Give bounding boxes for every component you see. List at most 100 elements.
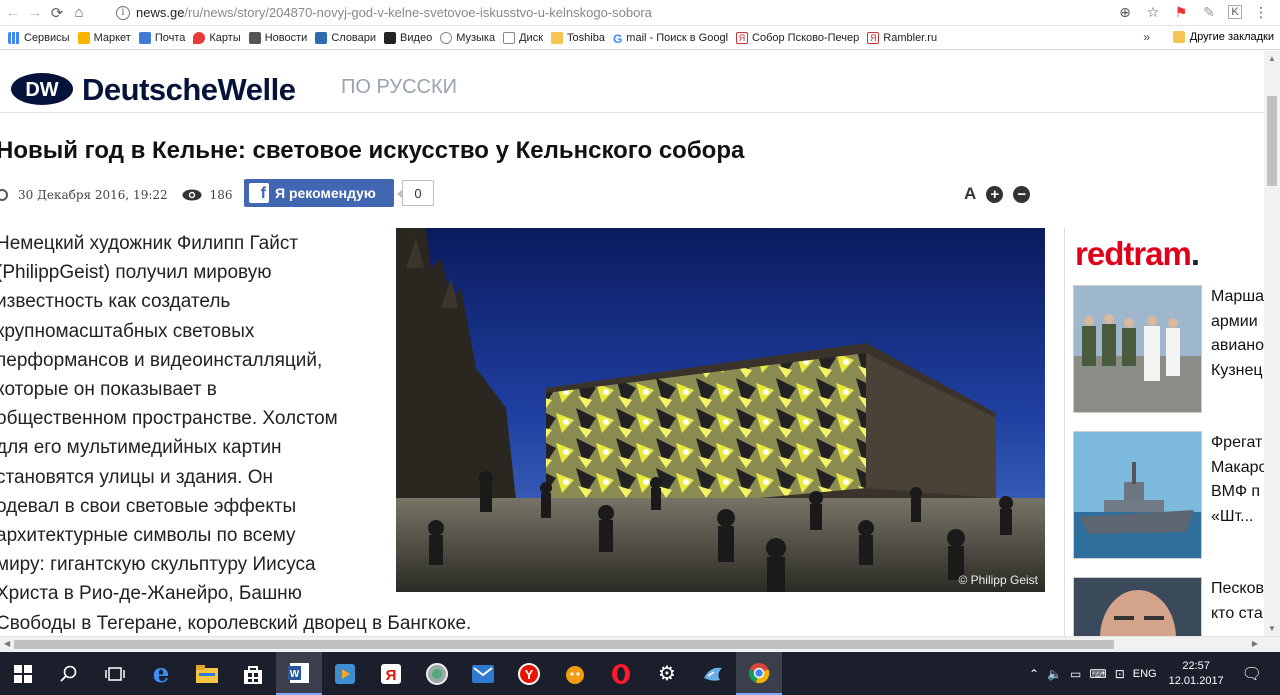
url-host: news.ge <box>136 5 185 20</box>
network-icon[interactable]: ⊡ <box>1115 667 1125 681</box>
bookmark-maps[interactable]: Карты <box>193 31 241 44</box>
taskbar: e W Я Y ⚙ ⌃ 🔈 ▭ ⌨ ⊡ ENG 22:57 12.01.2017… <box>0 652 1280 695</box>
scrollbar-thumb[interactable] <box>1267 96 1277 186</box>
keyboard-icon[interactable]: ⌨ <box>1089 667 1106 681</box>
info-icon[interactable]: i <box>116 5 130 20</box>
news-thumbnail[interactable] <box>1073 431 1202 559</box>
yandex-icon: Я <box>736 31 749 44</box>
windows-start-icon[interactable] <box>0 652 46 695</box>
scroll-down-icon[interactable]: ▼ <box>1268 624 1276 633</box>
bookmark-rambler[interactable]: Я Rambler.ru <box>867 31 937 44</box>
font-increase-icon[interactable]: + <box>986 185 1004 203</box>
article-views: 186 <box>209 188 233 202</box>
menu-icon[interactable]: ⋮ <box>1252 3 1270 21</box>
vertical-scrollbar[interactable]: ▲ ▼ <box>1264 51 1280 636</box>
bookmark-sobor[interactable]: Я Собор Псково-Печер <box>736 31 859 44</box>
chrome-icon[interactable] <box>736 652 782 695</box>
forward-icon[interactable]: → <box>24 2 46 24</box>
bookmark-video[interactable]: Видео <box>384 31 432 44</box>
word-icon[interactable]: W <box>276 652 322 695</box>
opera-icon[interactable] <box>598 652 644 695</box>
scroll-up-icon[interactable]: ▲ <box>1268 54 1276 63</box>
volume-icon[interactable]: 🔈 <box>1047 667 1062 681</box>
bookmark-dictionaries[interactable]: Словари <box>315 31 376 44</box>
home-icon[interactable]: ⌂ <box>68 2 90 24</box>
svg-text:Я: Я <box>386 667 397 684</box>
app-bird-icon[interactable] <box>690 652 736 695</box>
notifications-icon[interactable]: 🗨 <box>1242 664 1262 684</box>
battery-icon[interactable]: ▭ <box>1070 667 1081 681</box>
mail-icon <box>138 31 151 44</box>
news-thumbnail[interactable] <box>1073 577 1202 636</box>
reload-icon[interactable]: ⟳ <box>46 2 68 24</box>
star-icon[interactable]: ☆ <box>1144 3 1162 21</box>
facebook-icon: f <box>249 183 269 203</box>
zoom-icon[interactable]: ⊕ <box>1116 3 1134 21</box>
bookmark-news[interactable]: Новости <box>248 31 307 44</box>
redtram-item[interactable]: Песков кто ста <box>1073 577 1264 636</box>
input-language[interactable]: ENG <box>1133 668 1157 680</box>
settings-gear-icon[interactable]: ⚙ <box>644 652 690 695</box>
bookmark-toshiba[interactable]: Toshiba <box>551 31 605 44</box>
media-player-icon[interactable] <box>322 652 368 695</box>
scrollbar-thumb[interactable] <box>14 640 1114 649</box>
task-view-icon[interactable] <box>92 652 138 695</box>
bookmark-mail[interactable]: Почта <box>138 31 185 44</box>
facebook-recommend-button[interactable]: f Я рекомендую <box>244 179 394 207</box>
yandex-browser-icon[interactable]: Я <box>368 652 414 695</box>
apps-icon <box>8 31 20 44</box>
extension-flag-icon[interactable]: ⚑ <box>1172 3 1190 21</box>
svg-text:Y: Y <box>525 667 534 682</box>
redtram-item[interactable]: Фрегат Макаро ВМФ п «Шт... <box>1073 431 1264 563</box>
site-language[interactable]: ПО РУССКИ <box>341 76 457 99</box>
edge-icon[interactable]: e <box>138 652 184 695</box>
url-path: /ru/news/story/204870-novyj-god-v-kelne-… <box>184 5 652 20</box>
horizontal-scrollbar[interactable]: ◀ ▶ <box>0 636 1280 652</box>
light-art-illustration <box>396 228 1045 592</box>
bookmark-google-mail[interactable]: Gmail - Поиск в Googl <box>613 32 728 46</box>
photo-credit: © Philipp Geist <box>958 573 1038 587</box>
store-icon[interactable] <box>230 652 276 695</box>
bookmark-market[interactable]: Маркет <box>77 31 131 44</box>
site-brand[interactable]: DeutscheWelle <box>82 72 296 108</box>
scroll-right-icon[interactable]: ▶ <box>1252 639 1258 648</box>
play-icon <box>384 31 397 44</box>
bookmarks-bar: Сервисы Маркет Почта Карты Новости Слова… <box>0 26 1280 50</box>
other-bookmarks-button[interactable]: Другие закладки <box>1172 31 1274 43</box>
back-icon[interactable]: ← <box>2 2 24 24</box>
redtram-logo[interactable]: redtram. <box>1075 235 1200 273</box>
system-clock[interactable]: 22:57 12.01.2017 <box>1169 659 1224 689</box>
redtram-item[interactable]: Марша армии авиано Кузнец <box>1073 285 1264 417</box>
font-decrease-icon[interactable]: − <box>1013 185 1031 203</box>
pin-icon <box>193 31 206 44</box>
news-headline[interactable]: Песков кто ста <box>1211 577 1264 626</box>
news-thumbnail[interactable] <box>1073 285 1202 413</box>
yandex-icon: Я <box>867 31 880 44</box>
extension-k-icon[interactable]: K <box>1228 5 1242 19</box>
bookmark-services[interactable]: Сервисы <box>8 31 70 44</box>
system-tray: ⌃ 🔈 ▭ ⌨ ⊡ ENG 22:57 12.01.2017 🗨 <box>1025 652 1280 695</box>
chat-app-icon[interactable] <box>552 652 598 695</box>
more-bookmarks-button[interactable]: » <box>1143 30 1150 44</box>
mail-app-icon[interactable] <box>460 652 506 695</box>
extension-icon[interactable]: ✎ <box>1200 3 1218 21</box>
font-size-controls: A + − <box>964 184 1031 204</box>
scroll-left-icon[interactable]: ◀ <box>4 639 10 648</box>
bookmark-disk[interactable]: Диск <box>503 31 543 44</box>
news-headline[interactable]: Фрегат Макаро ВМФ п «Шт... <box>1211 431 1264 529</box>
page-viewport: DW DeutscheWelle ПО РУССКИ Новый год в К… <box>0 51 1264 636</box>
news-headline[interactable]: Марша армии авиано Кузнец <box>1211 285 1264 383</box>
browser-toolbar: ← → ⟳ ⌂ i news.ge/ru/news/story/204870-n… <box>0 0 1280 26</box>
chevron-up-icon[interactable]: ⌃ <box>1029 667 1039 681</box>
bookmark-music[interactable]: Музыка <box>440 31 495 44</box>
address-bar[interactable]: i news.ge/ru/news/story/204870-novyj-god… <box>110 2 1156 23</box>
search-icon[interactable] <box>46 652 92 695</box>
article-date: 30 Декабря 2016, 19:22 <box>18 188 168 202</box>
app-circle-icon[interactable] <box>414 652 460 695</box>
dw-logo[interactable]: DW <box>10 72 74 106</box>
article-photo[interactable]: © Philipp Geist <box>396 228 1045 592</box>
font-size-label: A <box>964 184 977 203</box>
disk-icon <box>503 31 516 44</box>
yandex-icon[interactable]: Y <box>506 652 552 695</box>
file-explorer-icon[interactable] <box>184 652 230 695</box>
